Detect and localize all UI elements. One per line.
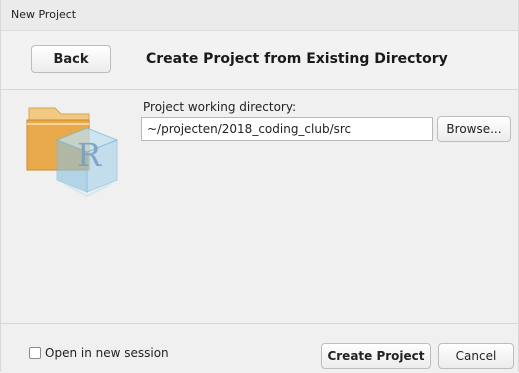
browse-button[interactable]: Browse... [437,116,511,142]
new-project-dialog: New Project Back Create Project from Exi… [0,0,519,373]
new-session-label: Open in new session [45,346,169,360]
r-letter-glyph: R [77,136,102,174]
new-session-checkbox[interactable] [29,347,41,359]
page-heading: Create Project from Existing Directory [146,51,448,67]
cancel-button[interactable]: Cancel [438,343,514,369]
directory-input[interactable] [141,117,433,141]
back-button[interactable]: Back [31,45,111,73]
wizard-content: R Project working directory: Browse... [1,90,518,322]
wizard-header: Back Create Project from Existing Direct… [1,31,518,90]
dialog-footer: Open in new session Create Project Cance… [1,323,518,373]
directory-label: Project working directory: [143,100,297,114]
r-project-folder-icon: R [25,100,121,200]
new-session-option[interactable]: Open in new session [29,346,169,360]
create-project-button[interactable]: Create Project [321,343,431,369]
title-bar[interactable]: New Project [1,0,518,31]
window-title: New Project [11,8,77,21]
